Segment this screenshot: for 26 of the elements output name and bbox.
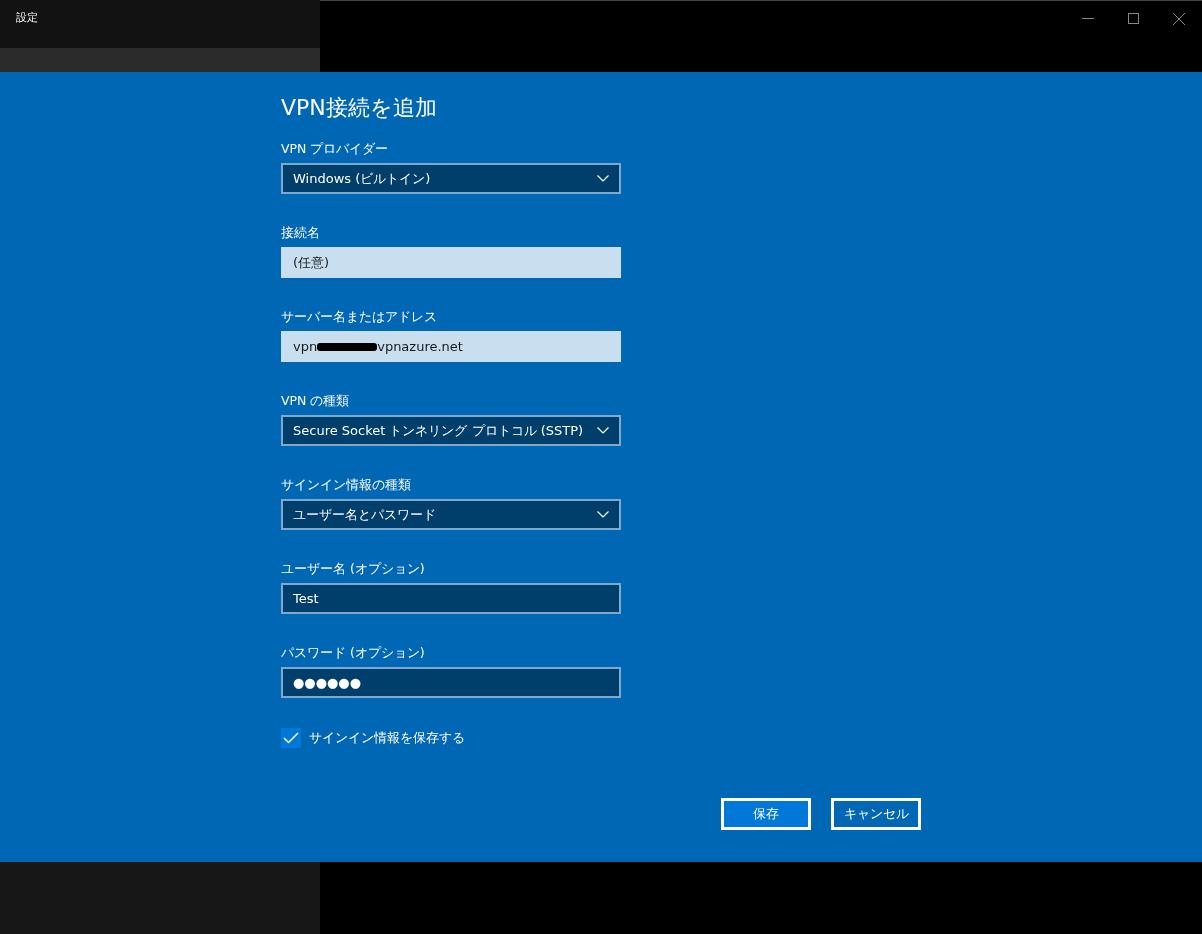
cancel-button[interactable]: キャンセル [831,798,921,830]
field-label: VPN の種類 [281,392,351,410]
save-button[interactable]: 保存 [721,798,811,830]
window-title: 設定 [16,11,38,24]
maximize-icon[interactable] [1128,13,1139,24]
field-label: サーバー名またはアドレス [281,308,438,326]
checkbox[interactable] [281,728,301,748]
chevron-down-icon [597,427,609,434]
close-icon[interactable] [1173,13,1185,25]
chevron-down-icon [597,175,609,182]
dropdown[interactable]: Secure Socket トンネリング プロトコル (SSTP) [281,415,621,446]
field-label: パスワード (オプション) [281,644,426,662]
input-field[interactable]: vpn vpnazure.net [281,331,621,362]
chevron-down-icon [597,511,609,518]
minimize-icon[interactable] [1082,18,1094,20]
dialog-title: VPN接続を追加 [281,94,438,122]
checkbox-label: サインイン情報を保存する [309,729,465,747]
field-label: サインイン情報の種類 [281,476,412,494]
field-label: ユーザー名 (オプション) [281,560,426,578]
input-field[interactable]: ●●●●●● [281,667,621,698]
dropdown[interactable]: Windows (ビルトイン) [281,163,621,194]
field-label: VPN プロバイダー [281,140,390,158]
field-label: 接続名 [281,224,321,242]
input-field[interactable]: (任意) [281,247,621,278]
input-field[interactable]: Test [281,583,621,614]
dropdown[interactable]: ユーザー名とパスワード [281,499,621,530]
